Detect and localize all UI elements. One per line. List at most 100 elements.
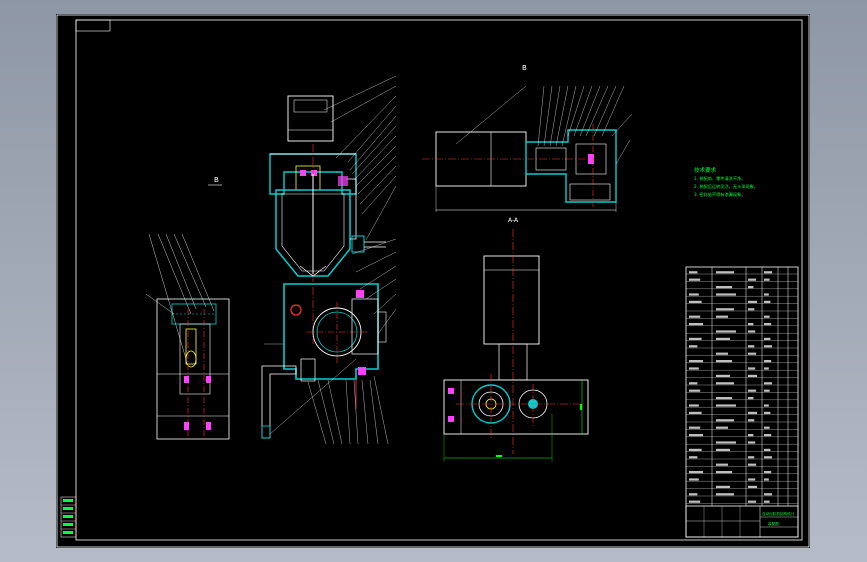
parts-list-cell-mark [748,411,757,414]
parts-list-cell-mark [748,463,757,466]
parts-list-cell-mark [764,315,770,318]
parts-list-cell-mark [689,367,699,370]
parts-list-cell-mark [716,337,730,340]
parts-list-cell-mark [689,434,703,437]
left-view-label: B [214,176,219,184]
parts-list-cell-mark [748,374,757,377]
parts-list-cell-mark [689,293,699,296]
parts-list-cell-mark [748,397,754,400]
parts-list-cell-mark [716,352,728,355]
parts-list-cell-mark [748,456,755,459]
parts-list-cell-mark [689,323,703,326]
parts-list [685,266,799,538]
parts-list-cell-mark [764,382,772,385]
parts-list-cell-mark [748,330,756,333]
tech-note-1: 1. 装配前，零件清洗干净。 [694,175,745,182]
parts-list-cell-mark [764,434,772,437]
parts-list-cell-mark [716,382,734,385]
parts-list-cell-mark [689,500,701,503]
parts-list-cell-mark [748,478,756,481]
parts-list-cell-mark [716,308,734,311]
parts-list-cell-mark [716,397,732,400]
parts-list-cell-mark [689,471,703,474]
parts-list-cell-mark [748,485,757,488]
parts-list-cell-mark [689,382,698,385]
parts-list-cell-mark [764,500,770,503]
parts-list-cell-mark [748,308,755,311]
parts-list-cell-mark [716,330,736,333]
tech-note-2: 2. 装配后运转灵活，无卡滞现象。 [694,183,758,190]
parts-list-cell-mark [764,300,771,303]
parts-list-cell-mark [764,478,769,481]
parts-list-cell-mark [764,345,772,348]
parts-list-cell-mark [764,411,771,414]
sheet-border [56,14,810,548]
parts-list-cell-mark [764,323,772,326]
parts-list-cell-mark [716,315,728,318]
parts-list-cell-mark [716,293,736,296]
parts-list-cell-mark [716,426,728,429]
parts-list-cell-mark [716,271,734,274]
drawing-number-box [75,19,111,32]
top-view: B [422,64,633,212]
parts-list-cell-mark [689,404,699,407]
parts-list-cell-mark [689,278,701,281]
title-block-name: 自动点胶机结构设计 [762,511,795,516]
parts-list-cell-mark [748,352,757,355]
parts-list-cell-mark [764,293,769,296]
parts-list-cell-mark [689,448,702,451]
parts-list-cell-mark [689,345,698,348]
parts-list-cell-mark [748,419,755,422]
title-block: 自动点胶机结构设计 装配图 [685,505,799,538]
top-view-label: B [522,64,527,72]
parts-list-cell-mark [764,337,771,340]
parts-list-cell-mark [716,448,730,451]
parts-list-cell-mark [764,389,770,392]
parts-list-cell-mark [689,300,702,303]
parts-list-cell-mark [716,493,734,496]
main-section-view [261,75,397,445]
parts-list-cell-mark [689,389,701,392]
parts-list-cell-mark [689,360,703,363]
parts-list-cell-mark [689,493,698,496]
parts-list-cell-mark [716,374,730,377]
parts-list-cell-mark [716,286,732,289]
parts-list-cell-mark [748,389,757,392]
parts-list-cell-mark [764,271,772,274]
parts-list-cell-mark [689,426,701,429]
left-stamp [60,496,77,538]
parts-list-cell-mark [716,463,728,466]
tech-notes: 技术要求 1. 装配前，零件清洗干净。 2. 装配后运转灵活，无卡滞现象。 3.… [694,166,758,198]
parts-list-cell-mark [764,404,769,407]
section-view-label: A-A [508,217,519,224]
parts-list-cell-mark [748,500,757,503]
parts-list-cell-mark [748,434,754,437]
parts-list-cell-mark [716,441,736,444]
parts-list-cell-mark [748,323,754,326]
parts-list-cell-mark [716,485,730,488]
parts-list-cell-mark [748,367,756,370]
parts-list-cell-mark [764,456,772,459]
parts-list-cell-mark [716,471,732,474]
parts-list-cell-mark [748,441,756,444]
parts-list-cell-mark [748,278,757,281]
parts-list-cell-mark [689,456,698,459]
cad-drawing: B B A-A 技术要求 1. 装配前，零件清洗干净。 2. 装配后运转灵活，无… [56,14,810,548]
parts-list-cell-mark [764,360,772,363]
section-view-aa: A-A [443,217,589,462]
tech-notes-title: 技术要求 [694,166,717,174]
tech-note-3: 3. 密封处不得有渗漏现象。 [694,191,745,198]
parts-list-cell-mark [748,300,757,303]
parts-list-cell-mark [716,404,736,407]
parts-list-cell-mark [689,411,702,414]
parts-list-cell-mark [716,419,734,422]
parts-list-cell-mark [716,360,732,363]
parts-list-cell-mark [748,345,755,348]
title-block-subtitle: 装配图 [768,521,779,526]
parts-list-cell-mark [764,493,772,496]
drawing-sheet: B B A-A 技术要求 1. 装配前，零件清洗干净。 2. 装配后运转灵活，无… [56,14,810,548]
parts-list-cell-mark [764,278,770,281]
parts-list-cell-mark [689,337,702,340]
parts-list-cell-mark [689,271,698,274]
parts-list-cell-mark [764,448,771,451]
